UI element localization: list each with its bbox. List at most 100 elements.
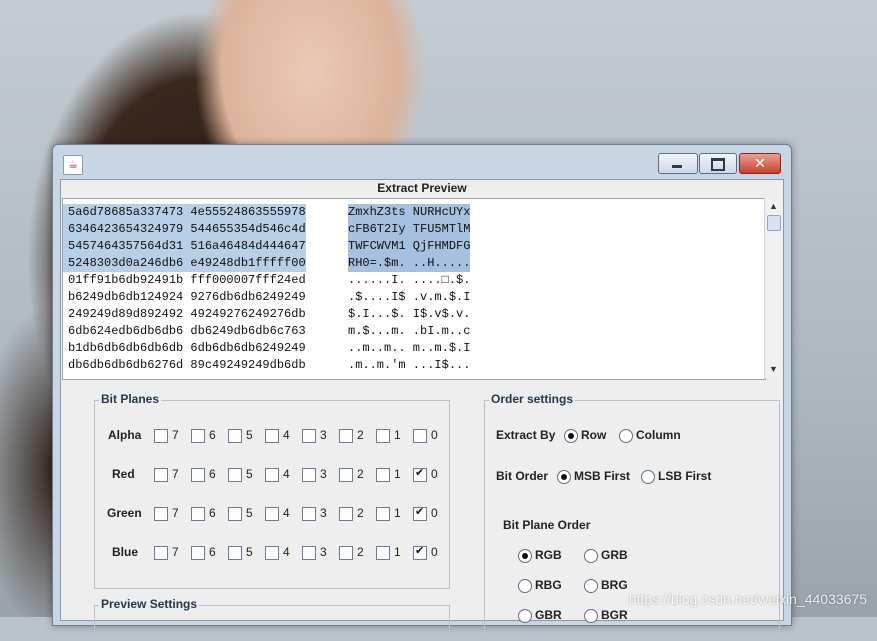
bit-number-label: 2 xyxy=(357,428,364,442)
bit-number-label: 1 xyxy=(394,467,401,481)
order-gbr-label[interactable]: GBR xyxy=(535,608,562,622)
checkbox-box[interactable] xyxy=(191,468,205,482)
checkbox-box[interactable] xyxy=(265,507,279,521)
checkbox-box[interactable] xyxy=(228,429,242,443)
preview-hex-row: 5a6d78685a337473 4e55524863555978 xyxy=(63,204,306,221)
checkbox-box[interactable] xyxy=(376,546,390,560)
bit-number-label: 1 xyxy=(394,506,401,520)
checkbox-box[interactable] xyxy=(302,468,316,482)
scroll-up-icon[interactable]: ▲ xyxy=(766,199,781,214)
maximize-button[interactable] xyxy=(699,153,737,174)
preview-ascii-row: cFB6T2Iy TFU5MTlM xyxy=(348,221,471,238)
bit-number-label: 4 xyxy=(283,467,290,481)
bit-number-label: 5 xyxy=(246,428,253,442)
bit-number-label: 4 xyxy=(283,545,290,559)
checkbox-box[interactable] xyxy=(265,468,279,482)
checkbox-box[interactable] xyxy=(413,429,427,443)
checkbox-box[interactable] xyxy=(191,546,205,560)
channel-label-blue: Blue xyxy=(112,545,139,559)
checkbox-box[interactable] xyxy=(191,429,205,443)
bit-number-label: 6 xyxy=(209,467,216,481)
checkbox-box[interactable] xyxy=(339,546,353,560)
order-bgr-radio[interactable] xyxy=(584,609,598,623)
scroll-thumb[interactable] xyxy=(767,215,781,231)
bit-number-label: 0 xyxy=(431,545,438,559)
checkbox-box[interactable] xyxy=(154,507,168,521)
preview-ascii-row: .$....I$ .v.m.$.I xyxy=(348,290,471,304)
extract-by-column-label[interactable]: Column xyxy=(636,428,681,442)
window-title: Extract Preview xyxy=(377,181,467,195)
checkbox-box[interactable] xyxy=(302,546,316,560)
bit-number-label: 6 xyxy=(209,545,216,559)
lsb-first-radio[interactable] xyxy=(641,470,655,484)
checkbox-box[interactable] xyxy=(339,507,353,521)
channel-label-red: Red xyxy=(112,467,135,481)
checkbox-box[interactable] xyxy=(302,507,316,521)
msb-first-radio[interactable] xyxy=(557,470,571,484)
scroll-down-icon[interactable]: ▼ xyxy=(766,362,781,377)
checkbox-box[interactable] xyxy=(413,466,427,482)
order-rgb-radio[interactable] xyxy=(518,549,532,563)
order-brg-radio[interactable] xyxy=(584,579,598,593)
order-rbg-label[interactable]: RBG xyxy=(535,578,562,592)
channel-label-alpha: Alpha xyxy=(108,428,142,442)
bit-number-label: 5 xyxy=(246,506,253,520)
window-content: Extract Preview 5a6d78685a337473 4e55524… xyxy=(60,179,784,641)
order-rgb-label[interactable]: RGB xyxy=(535,548,562,562)
checkbox-box[interactable] xyxy=(265,429,279,443)
checkbox-box[interactable] xyxy=(413,544,427,560)
checkbox-box[interactable] xyxy=(339,429,353,443)
preview-hex-row: 5457464357564d31 516a46484d444647 xyxy=(63,238,306,255)
bit-number-label: 3 xyxy=(320,467,327,481)
lsb-first-label[interactable]: LSB First xyxy=(658,469,711,483)
bit-number-label: 3 xyxy=(320,428,327,442)
preview-hex-row: 6db624edb6db6db6 db6249db6db6c763 xyxy=(68,324,306,338)
checkbox-box[interactable] xyxy=(339,468,353,482)
checkbox-box[interactable] xyxy=(376,507,390,521)
extract-by-column-radio[interactable] xyxy=(619,429,633,443)
checkbox-box[interactable] xyxy=(302,429,316,443)
preview-hex-row: 01ff91b6db92491b fff000007fff24ed xyxy=(68,273,306,287)
bit-plane-order-label: Bit Plane Order xyxy=(503,518,591,532)
preview-hex-row: b6249db6db124924 9276db6db6249249 xyxy=(68,290,306,304)
bit-number-label: 7 xyxy=(172,506,179,520)
checkbox-box[interactable] xyxy=(154,468,168,482)
order-rbg-radio[interactable] xyxy=(518,579,532,593)
checkbox-box[interactable] xyxy=(265,546,279,560)
extract-preview-text[interactable]: 5a6d78685a337473 4e55524863555978 ZmxhZ3t… xyxy=(62,198,766,380)
checkbox-box[interactable] xyxy=(376,429,390,443)
bit-number-label: 5 xyxy=(246,545,253,559)
preview-ascii-row: ZmxhZ3ts NURHcUYx xyxy=(348,204,471,221)
order-grb-radio[interactable] xyxy=(584,549,598,563)
order-bgr-label[interactable]: BGR xyxy=(601,608,628,622)
bit-number-label: 0 xyxy=(431,506,438,520)
java-app-icon[interactable]: ☕ xyxy=(63,155,83,175)
extract-window: ☕ ✕ Extract Preview 5a6d78685a337473 4e5… xyxy=(52,144,792,641)
order-gbr-radio[interactable] xyxy=(518,609,532,623)
checkbox-box[interactable] xyxy=(191,507,205,521)
bit-order-label: Bit Order xyxy=(496,469,549,483)
checkbox-box[interactable] xyxy=(228,507,242,521)
checkbox-box[interactable] xyxy=(228,546,242,560)
extract-by-row-label[interactable]: Row xyxy=(581,428,606,442)
bit-number-label: 2 xyxy=(357,467,364,481)
preview-ascii-row: ..m..m.. m..m.$.I xyxy=(348,341,471,355)
preview-ascii-row: TWFCWVM1 QjFHMDFG xyxy=(348,238,471,255)
preview-settings-title: Preview Settings xyxy=(99,597,200,611)
vertical-scrollbar[interactable]: ▲ ▼ xyxy=(764,198,782,378)
minimize-button[interactable] xyxy=(658,153,698,174)
checkbox-box[interactable] xyxy=(413,505,427,521)
order-grb-label[interactable]: GRB xyxy=(601,548,628,562)
checkbox-box[interactable] xyxy=(228,468,242,482)
checkbox-box[interactable] xyxy=(376,468,390,482)
msb-first-label[interactable]: MSB First xyxy=(574,469,630,483)
close-icon: ✕ xyxy=(754,155,766,171)
close-button[interactable]: ✕ xyxy=(739,153,781,174)
bit-number-label: 2 xyxy=(357,545,364,559)
checkbox-box[interactable] xyxy=(154,429,168,443)
order-brg-label[interactable]: BRG xyxy=(601,578,628,592)
checkbox-box[interactable] xyxy=(154,546,168,560)
bit-number-label: 5 xyxy=(246,467,253,481)
extract-by-row-radio[interactable] xyxy=(564,429,578,443)
title-bar[interactable]: ☕ ✕ xyxy=(53,145,791,179)
